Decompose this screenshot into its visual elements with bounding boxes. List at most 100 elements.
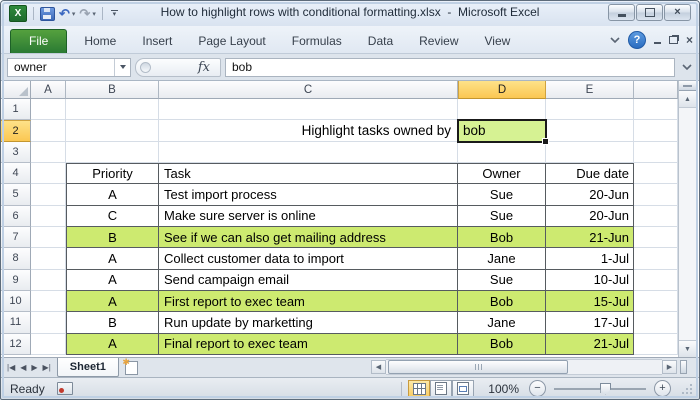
- table-cell[interactable]: Jane: [458, 312, 546, 333]
- fill-handle[interactable]: [542, 138, 549, 145]
- save-icon[interactable]: [40, 7, 55, 21]
- macro-record-icon[interactable]: [57, 382, 73, 395]
- table-cell[interactable]: Collect customer data to import: [159, 248, 458, 269]
- table-cell[interactable]: B: [66, 227, 159, 248]
- workbook-close-icon[interactable]: ×: [686, 33, 693, 47]
- customize-quick-access-icon[interactable]: ▾: [111, 10, 118, 17]
- table-cell[interactable]: A: [66, 334, 159, 355]
- select-all-corner[interactable]: [1, 81, 31, 99]
- zoom-slider-track[interactable]: [554, 388, 646, 390]
- vertical-split-handle[interactable]: [679, 81, 696, 91]
- table-cell[interactable]: B: [66, 312, 159, 333]
- table-header-priority[interactable]: Priority: [66, 163, 159, 184]
- table-cell[interactable]: Jane: [458, 248, 546, 269]
- horizontal-scroll-thumb[interactable]: [388, 360, 568, 374]
- selected-cell-owner[interactable]: bob: [457, 119, 547, 142]
- tab-review[interactable]: Review: [406, 30, 471, 53]
- table-cell[interactable]: Sue: [458, 184, 546, 205]
- table-cell[interactable]: Bob: [458, 227, 546, 248]
- table-cell[interactable]: Sue: [458, 270, 546, 291]
- table-cell[interactable]: First report to exec team: [159, 291, 458, 312]
- row-header-5[interactable]: 5: [1, 184, 31, 205]
- table-cell[interactable]: Run update by marketting: [159, 312, 458, 333]
- view-normal-button[interactable]: [408, 380, 430, 397]
- table-cell[interactable]: Final report to exec team: [159, 334, 458, 355]
- excel-logo-icon[interactable]: X: [9, 5, 27, 22]
- row-header-12[interactable]: 12: [1, 334, 31, 355]
- expand-formula-bar-icon[interactable]: [679, 58, 695, 77]
- restore-button[interactable]: [636, 4, 663, 21]
- minimize-button[interactable]: [608, 4, 635, 21]
- horizontal-scroll-track[interactable]: [386, 359, 662, 375]
- row-header-7[interactable]: 7: [1, 227, 31, 248]
- prev-sheet-icon[interactable]: ◀: [20, 363, 26, 372]
- column-header-c[interactable]: C: [159, 81, 458, 99]
- table-header-owner[interactable]: Owner: [458, 163, 546, 184]
- zoom-level[interactable]: 100%: [488, 382, 519, 396]
- column-header-a[interactable]: A: [31, 81, 66, 99]
- workbook-restore-icon[interactable]: [669, 36, 678, 44]
- scroll-up-icon[interactable]: ▲: [679, 91, 696, 108]
- close-button[interactable]: ×: [664, 4, 691, 21]
- name-box[interactable]: owner: [7, 58, 131, 77]
- table-cell[interactable]: 20-Jun: [546, 206, 634, 227]
- tab-view[interactable]: View: [472, 30, 524, 53]
- table-cell[interactable]: Make sure server is online: [159, 206, 458, 227]
- table-cell[interactable]: C: [66, 206, 159, 227]
- resize-grip[interactable]: [681, 383, 693, 395]
- table-cell[interactable]: A: [66, 291, 159, 312]
- zoom-slider-thumb[interactable]: [600, 383, 611, 395]
- table-cell[interactable]: A: [66, 270, 159, 291]
- table-cell[interactable]: Test import process: [159, 184, 458, 205]
- undo-icon[interactable]: ↶: [59, 7, 70, 20]
- undo-dropdown-icon[interactable]: ▾: [72, 10, 76, 18]
- view-page-layout-button[interactable]: [430, 380, 452, 397]
- row-header-3[interactable]: 3: [1, 142, 31, 163]
- tab-page-layout[interactable]: Page Layout: [185, 30, 278, 53]
- grid[interactable]: Highlight tasks owned bybobPriorityTaskO…: [31, 99, 678, 355]
- zoom-out-button[interactable]: −: [529, 380, 546, 397]
- table-cell[interactable]: A: [66, 248, 159, 269]
- view-page-break-button[interactable]: [452, 380, 474, 397]
- label-cell[interactable]: Highlight tasks owned by: [159, 120, 458, 141]
- table-cell[interactable]: 15-Jul: [546, 291, 634, 312]
- table-cell[interactable]: A: [66, 184, 159, 205]
- table-cell[interactable]: 21-Jul: [546, 334, 634, 355]
- table-cell[interactable]: 1-Jul: [546, 248, 634, 269]
- insert-function-icon[interactable]: fx: [198, 60, 210, 75]
- row-header-4[interactable]: 4: [1, 163, 31, 184]
- tab-file[interactable]: File: [10, 29, 67, 53]
- table-cell[interactable]: Send campaign email: [159, 270, 458, 291]
- table-cell[interactable]: 17-Jul: [546, 312, 634, 333]
- table-cell[interactable]: Sue: [458, 206, 546, 227]
- help-icon[interactable]: ?: [628, 31, 646, 49]
- scroll-left-icon[interactable]: ◀: [371, 360, 386, 374]
- insert-worksheet-button[interactable]: ✱: [119, 358, 145, 377]
- table-cell[interactable]: See if we can also get mailing address: [159, 227, 458, 248]
- next-sheet-icon[interactable]: ▶: [31, 363, 37, 372]
- table-cell[interactable]: Bob: [458, 334, 546, 355]
- row-header-2[interactable]: 2: [1, 120, 31, 141]
- column-header-partial[interactable]: [634, 81, 678, 99]
- table-header-due-date[interactable]: Due date: [546, 163, 634, 184]
- zoom-in-button[interactable]: +: [654, 380, 671, 397]
- tab-insert[interactable]: Insert: [129, 30, 185, 53]
- redo-dropdown-icon[interactable]: ▾: [92, 10, 96, 18]
- table-cell[interactable]: 20-Jun: [546, 184, 634, 205]
- column-header-e[interactable]: E: [546, 81, 634, 99]
- row-header-9[interactable]: 9: [1, 270, 31, 291]
- tab-split-handle[interactable]: [680, 360, 687, 374]
- tab-data[interactable]: Data: [355, 30, 406, 53]
- table-cell[interactable]: 10-Jul: [546, 270, 634, 291]
- table-cell[interactable]: Bob: [458, 291, 546, 312]
- row-header-1[interactable]: 1: [1, 99, 31, 120]
- redo-icon[interactable]: ↷: [79, 7, 90, 20]
- scroll-down-icon[interactable]: ▼: [679, 340, 696, 357]
- last-sheet-icon[interactable]: ▶|: [43, 363, 51, 372]
- first-sheet-icon[interactable]: |◀: [7, 363, 15, 372]
- vertical-scroll-track[interactable]: [679, 108, 696, 340]
- workbook-minimize-icon[interactable]: [654, 37, 661, 44]
- row-header-11[interactable]: 11: [1, 312, 31, 333]
- vertical-scrollbar[interactable]: ▲ ▼: [678, 81, 696, 357]
- sheet-tab-sheet1[interactable]: Sheet1: [57, 358, 119, 377]
